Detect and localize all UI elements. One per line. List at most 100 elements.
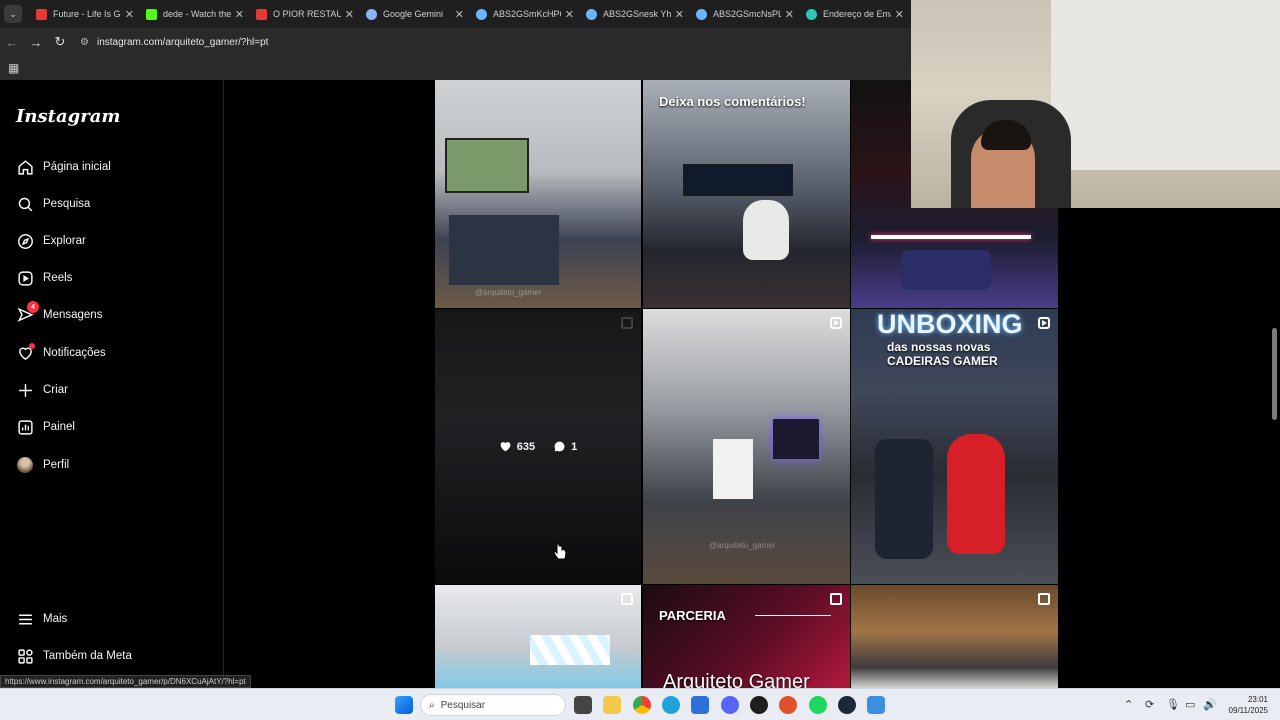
hexagon-lights-image xyxy=(530,635,610,665)
post-thumbnail[interactable]: @arquiteto_gamer xyxy=(435,80,641,308)
tab-search-button[interactable]: ⌄ xyxy=(4,5,22,23)
volume-icon[interactable]: 🔊 xyxy=(1203,698,1217,711)
ai-studio-icon xyxy=(586,8,597,20)
close-icon[interactable]: ✕ xyxy=(675,8,684,21)
nav-dashboard[interactable]: Painel xyxy=(16,412,75,442)
post-thumbnail[interactable]: @arquiteto_gamer xyxy=(643,309,850,584)
nav-label: Notificações xyxy=(43,347,106,359)
system-clock[interactable]: 23:01 09/11/2025 xyxy=(1229,694,1268,716)
outlook-icon[interactable] xyxy=(691,696,709,714)
scrollbar-thumb[interactable] xyxy=(1272,328,1277,420)
post-title: PARCERIA xyxy=(659,608,726,623)
nav-label: Também da Meta xyxy=(43,650,132,662)
edge-icon[interactable] xyxy=(662,696,680,714)
site-info-icon[interactable]: ⚙ xyxy=(80,37,89,48)
close-icon[interactable]: ✕ xyxy=(125,8,134,21)
chrome-icon[interactable] xyxy=(633,696,651,714)
obs-icon[interactable] xyxy=(750,696,768,714)
app-icon[interactable] xyxy=(779,696,797,714)
browser-tab[interactable]: Endereço de Ema ✕ xyxy=(800,2,910,26)
app-icon[interactable] xyxy=(867,696,885,714)
nav-profile[interactable]: Perfil xyxy=(16,450,69,480)
browser-tab[interactable]: O PIOR RESTAUR ✕ xyxy=(250,2,360,26)
kick-icon xyxy=(146,8,157,20)
compass-icon xyxy=(16,232,34,250)
microphone-icon[interactable]: 🎙 xyxy=(1166,698,1180,711)
nav-explore[interactable]: Explorar xyxy=(16,226,86,256)
clock-date: 09/11/2025 xyxy=(1228,706,1268,715)
post-thumbnail-hovered[interactable]: 635 1 xyxy=(435,309,641,584)
nav-home[interactable]: Página inicial xyxy=(16,152,111,182)
bookmarks-bar: ▦ xyxy=(0,56,911,80)
post-watermark: @arquiteto_gamer xyxy=(709,541,776,550)
network-icon[interactable]: ▭ xyxy=(1185,698,1195,711)
spotify-icon[interactable] xyxy=(809,696,827,714)
browser-toolbar: ← → ↻ ⚙ instagram.com/arquiteto_gamer/?h… xyxy=(0,28,911,56)
close-icon[interactable]: ✕ xyxy=(565,8,574,21)
browser-tab[interactable]: Google Gemini ✕ xyxy=(360,2,470,26)
close-icon[interactable]: ✕ xyxy=(345,8,354,21)
pc-case-image xyxy=(713,439,753,499)
nav-notifications[interactable]: Notificações xyxy=(16,338,106,368)
browser-tab[interactable]: dede - Watch the ✕ xyxy=(140,2,250,26)
post-thumbnail[interactable] xyxy=(435,585,641,688)
post-thumbnail[interactable] xyxy=(851,585,1058,688)
menu-icon xyxy=(16,610,34,628)
page-scrollbar[interactable] xyxy=(1270,208,1278,688)
taskbar-search[interactable]: ⌕ Pesquisar xyxy=(420,694,566,716)
chart-icon xyxy=(16,418,34,436)
post-thumbnail[interactable]: Deixa nos comentários! xyxy=(643,80,850,308)
browser-tab[interactable]: ABS2GSmcNsPLW ✕ xyxy=(690,2,800,26)
avatar xyxy=(16,456,34,474)
ai-studio-icon xyxy=(696,8,707,20)
email-icon xyxy=(806,8,817,20)
apps-grid-icon[interactable]: ▦ xyxy=(8,61,19,75)
carousel-icon xyxy=(621,593,633,605)
youtube-icon xyxy=(256,8,267,20)
browser-tab[interactable]: Future - Life Is Go ✕ xyxy=(30,2,140,26)
reload-icon[interactable]: ↻ xyxy=(48,34,72,50)
steam-icon[interactable] xyxy=(838,696,856,714)
post-subtitle: das nossas novas xyxy=(887,340,991,354)
nav-search[interactable]: Pesquisa xyxy=(16,189,90,219)
browser-tab[interactable]: ABS2GSnesk Yhl3 ✕ xyxy=(580,2,690,26)
task-view-icon[interactable] xyxy=(574,696,592,714)
nav-reels[interactable]: Reels xyxy=(16,263,72,293)
nav-label: Explorar xyxy=(43,235,86,247)
instagram-sidebar: Instagram Página inicial Pesquisa Explor… xyxy=(0,80,224,688)
file-explorer-icon[interactable] xyxy=(603,696,621,714)
nav-also-from-meta[interactable]: Também da Meta xyxy=(16,641,132,671)
messages-badge: 4 xyxy=(27,301,39,313)
comments-value: 1 xyxy=(571,440,578,453)
comments-count: 1 xyxy=(553,440,577,453)
close-icon[interactable]: ✕ xyxy=(785,8,794,21)
browser-tab[interactable]: ABS2GSmKcHPQ ✕ xyxy=(470,2,580,26)
nav-create[interactable]: Criar xyxy=(16,375,68,405)
nav-more[interactable]: Mais xyxy=(16,604,67,634)
forward-icon[interactable]: → xyxy=(24,35,48,50)
chevron-up-icon[interactable]: ⌃ xyxy=(1124,698,1133,711)
instagram-logo[interactable]: Instagram xyxy=(16,106,120,127)
sync-icon[interactable]: ⟳ xyxy=(1145,698,1154,711)
post-thumbnail[interactable]: UNBOXING das nossas novas CADEIRAS GAMER xyxy=(851,309,1058,584)
red-chair-image xyxy=(947,434,1005,554)
monitors-image xyxy=(683,164,793,196)
close-icon[interactable]: ✕ xyxy=(235,8,244,21)
start-icon[interactable] xyxy=(395,696,413,714)
youtube-icon xyxy=(36,8,47,20)
back-icon[interactable]: ← xyxy=(0,35,24,50)
screen: ⌄ Future - Life Is Go ✕ dede - Watch the ✕… xyxy=(0,0,1280,720)
home-icon xyxy=(16,158,34,176)
close-icon[interactable]: ✕ xyxy=(895,8,904,21)
nav-label: Pesquisa xyxy=(43,198,91,210)
tab-label: dede - Watch the xyxy=(163,9,231,19)
post-caption: Deixa nos comentários! xyxy=(659,94,806,109)
carousel-icon xyxy=(830,593,842,605)
post-thumbnail[interactable]: PARCERIA Arquiteto Gamer xyxy=(643,585,850,688)
reel-icon xyxy=(1038,317,1050,329)
discord-icon[interactable] xyxy=(721,696,739,714)
address-bar[interactable]: ⚙ instagram.com/arquiteto_gamer/?hl=pt xyxy=(80,31,903,53)
nav-messages[interactable]: 4 Mensagens xyxy=(16,300,102,330)
close-icon[interactable]: ✕ xyxy=(455,8,464,21)
likes-value: 635 xyxy=(516,440,536,453)
